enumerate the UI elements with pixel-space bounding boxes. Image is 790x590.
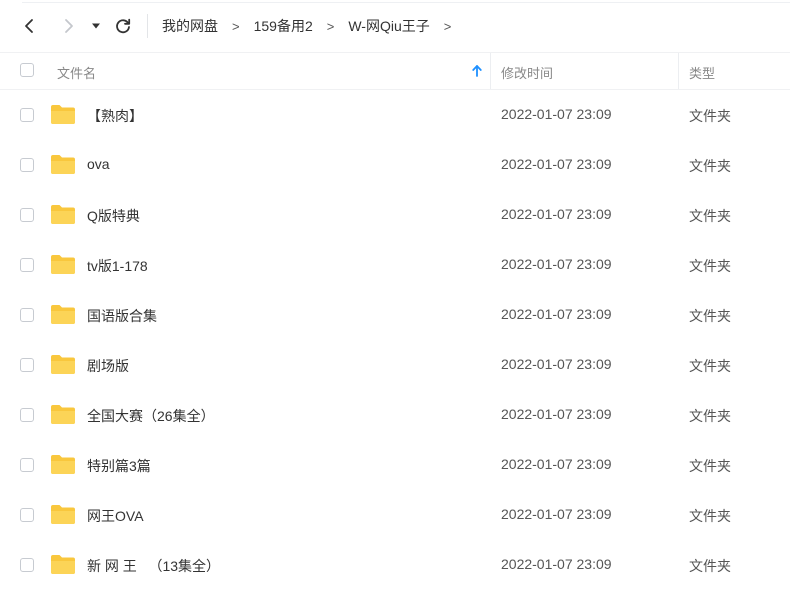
breadcrumb-separator: >: [443, 18, 452, 34]
breadcrumb-separator: >: [326, 18, 335, 34]
file-list: 【熟肉】 2022-01-07 23:09 文件夹 ova 2022-01-07 23:…: [0, 90, 790, 590]
refresh-icon: [116, 18, 131, 34]
history-dropdown-button[interactable]: [86, 13, 106, 39]
file-modified-time: 2022-01-07 23:09: [501, 406, 612, 422]
folder-icon: [51, 455, 75, 474]
row-checkbox[interactable]: [20, 308, 34, 322]
file-name[interactable]: 【熟肉】: [87, 106, 143, 126]
column-header-time[interactable]: 修改时间: [501, 63, 553, 82]
back-button[interactable]: [17, 13, 43, 39]
file-modified-time: 2022-01-07 23:09: [501, 506, 612, 522]
breadcrumb-item-parent[interactable]: 159备用2: [254, 16, 313, 36]
file-modified-time: 2022-01-07 23:09: [501, 156, 612, 172]
folder-icon: [51, 305, 75, 324]
folder-icon: [51, 405, 75, 424]
file-name[interactable]: ova: [87, 156, 110, 172]
chevron-right-icon: [65, 19, 73, 33]
row-checkbox[interactable]: [20, 408, 34, 422]
file-modified-time: 2022-01-07 23:09: [501, 456, 612, 472]
table-row[interactable]: 特别篇3篇 2022-01-07 23:09 文件夹: [0, 440, 790, 490]
file-type: 文件夹: [689, 208, 731, 224]
file-modified-time: 2022-01-07 23:09: [501, 206, 612, 222]
file-type: 文件夹: [689, 158, 731, 174]
table-row[interactable]: ova 2022-01-07 23:09 文件夹: [0, 140, 790, 190]
file-type: 文件夹: [689, 308, 731, 324]
table-row[interactable]: 新 网 王 （13集全） 2022-01-07 23:09 文件夹: [0, 540, 790, 590]
file-type: 文件夹: [689, 258, 731, 274]
table-row[interactable]: 国语版合集 2022-01-07 23:09 文件夹: [0, 290, 790, 340]
column-header-type[interactable]: 类型: [689, 63, 715, 82]
folder-icon: [51, 555, 75, 574]
row-checkbox[interactable]: [20, 458, 34, 472]
file-name[interactable]: 剧场版: [87, 356, 129, 376]
column-divider[interactable]: [490, 53, 491, 89]
file-type: 文件夹: [689, 558, 731, 574]
file-modified-time: 2022-01-07 23:09: [501, 306, 612, 322]
row-checkbox[interactable]: [20, 358, 34, 372]
row-checkbox[interactable]: [20, 158, 34, 172]
navigation-bar: 我的网盘 > 159备用2 > W-网Qiu王子 >: [0, 0, 790, 52]
folder-icon: [51, 505, 75, 524]
row-checkbox[interactable]: [20, 558, 34, 572]
file-type: 文件夹: [689, 358, 731, 374]
table-row[interactable]: Q版特典 2022-01-07 23:09 文件夹: [0, 190, 790, 240]
forward-button[interactable]: [55, 13, 81, 39]
file-type: 文件夹: [689, 408, 731, 424]
file-name[interactable]: tv版1-178: [87, 256, 148, 276]
table-row[interactable]: tv版1-178 2022-01-07 23:09 文件夹: [0, 240, 790, 290]
row-checkbox[interactable]: [20, 508, 34, 522]
folder-icon: [51, 355, 75, 374]
row-checkbox[interactable]: [20, 108, 34, 122]
file-name[interactable]: 特别篇3篇: [87, 456, 151, 476]
file-modified-time: 2022-01-07 23:09: [501, 256, 612, 272]
breadcrumb-item-current[interactable]: W-网Qiu王子: [348, 16, 429, 36]
file-name[interactable]: Q版特典: [87, 206, 140, 226]
arrow-up-icon[interactable]: [471, 64, 483, 78]
breadcrumb-separator: >: [232, 18, 240, 34]
file-name[interactable]: 新 网 王 （13集全）: [87, 556, 220, 576]
select-all-checkbox[interactable]: [20, 63, 34, 77]
caret-down-icon: [92, 23, 100, 29]
table-row[interactable]: 剧场版 2022-01-07 23:09 文件夹: [0, 340, 790, 390]
breadcrumb: 我的网盘 > 159备用2 > W-网Qiu王子 >: [162, 0, 465, 52]
nav-separator: [147, 14, 148, 38]
column-header-name[interactable]: 文件名: [57, 63, 96, 82]
chevron-left-icon: [25, 19, 33, 33]
file-name[interactable]: 全国大赛（26集全）: [87, 406, 215, 426]
file-name[interactable]: 国语版合集: [87, 306, 157, 326]
file-modified-time: 2022-01-07 23:09: [501, 106, 612, 122]
file-list-header: 文件名 修改时间 类型: [0, 52, 790, 90]
file-modified-time: 2022-01-07 23:09: [501, 556, 612, 572]
file-name[interactable]: 网王OVA: [87, 506, 144, 526]
folder-icon: [51, 205, 75, 224]
row-checkbox[interactable]: [20, 258, 34, 272]
breadcrumb-item-root[interactable]: 我的网盘: [162, 16, 218, 36]
column-divider[interactable]: [678, 53, 679, 89]
file-modified-time: 2022-01-07 23:09: [501, 356, 612, 372]
folder-icon: [51, 155, 75, 174]
table-row[interactable]: 网王OVA 2022-01-07 23:09 文件夹: [0, 490, 790, 540]
folder-icon: [51, 105, 75, 124]
file-type: 文件夹: [689, 508, 731, 524]
table-row[interactable]: 全国大赛（26集全） 2022-01-07 23:09 文件夹: [0, 390, 790, 440]
folder-icon: [51, 255, 75, 274]
row-checkbox[interactable]: [20, 208, 34, 222]
file-type: 文件夹: [689, 108, 731, 124]
table-row[interactable]: 【熟肉】 2022-01-07 23:09 文件夹: [0, 90, 790, 140]
refresh-button[interactable]: [110, 13, 136, 39]
file-type: 文件夹: [689, 458, 731, 474]
